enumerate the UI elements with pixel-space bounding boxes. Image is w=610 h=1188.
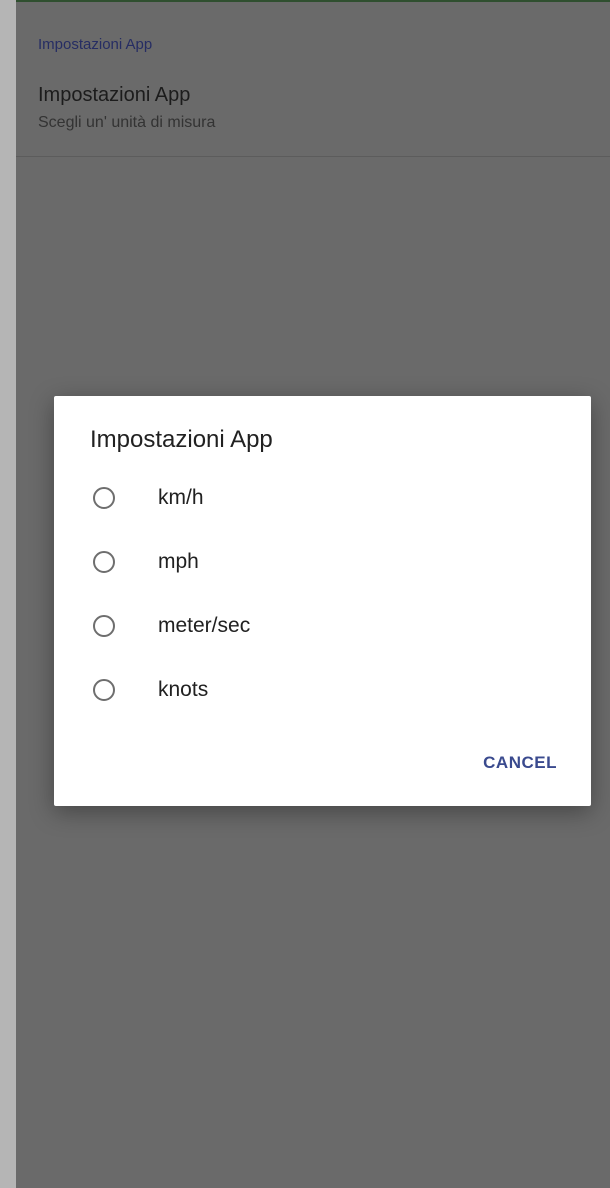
cancel-button[interactable]: CANCEL <box>483 753 557 773</box>
option-km-h[interactable]: km/h <box>90 476 560 524</box>
option-label: km/h <box>158 486 204 509</box>
option-label: meter/sec <box>158 614 251 637</box>
preference-divider <box>16 156 610 157</box>
option-knots[interactable]: knots <box>90 668 560 716</box>
settings-category-header: Impostazioni App <box>38 36 153 53</box>
option-label: knots <box>158 678 209 701</box>
dialog-title: Impostazioni App <box>90 426 273 453</box>
unit-selection-dialog: Impostazioni App km/h mph meter/sec knot… <box>54 396 591 806</box>
radio-button-icon[interactable] <box>93 615 115 637</box>
option-meter-sec[interactable]: meter/sec <box>90 604 560 652</box>
preference-summary: Scegli un' unità di misura <box>38 114 216 131</box>
page: Impostazioni App Impostazioni App Scegli… <box>0 0 610 1188</box>
radio-button-icon[interactable] <box>93 679 115 701</box>
status-bar-edge <box>16 0 610 9</box>
radio-button-icon[interactable] <box>93 487 115 509</box>
option-label: mph <box>158 550 199 573</box>
unit-preference-item[interactable]: Impostazioni App Scegli un' unità di mis… <box>16 76 610 156</box>
option-mph[interactable]: mph <box>90 540 560 588</box>
radio-button-icon[interactable] <box>93 551 115 573</box>
preference-title: Impostazioni App <box>38 84 191 106</box>
